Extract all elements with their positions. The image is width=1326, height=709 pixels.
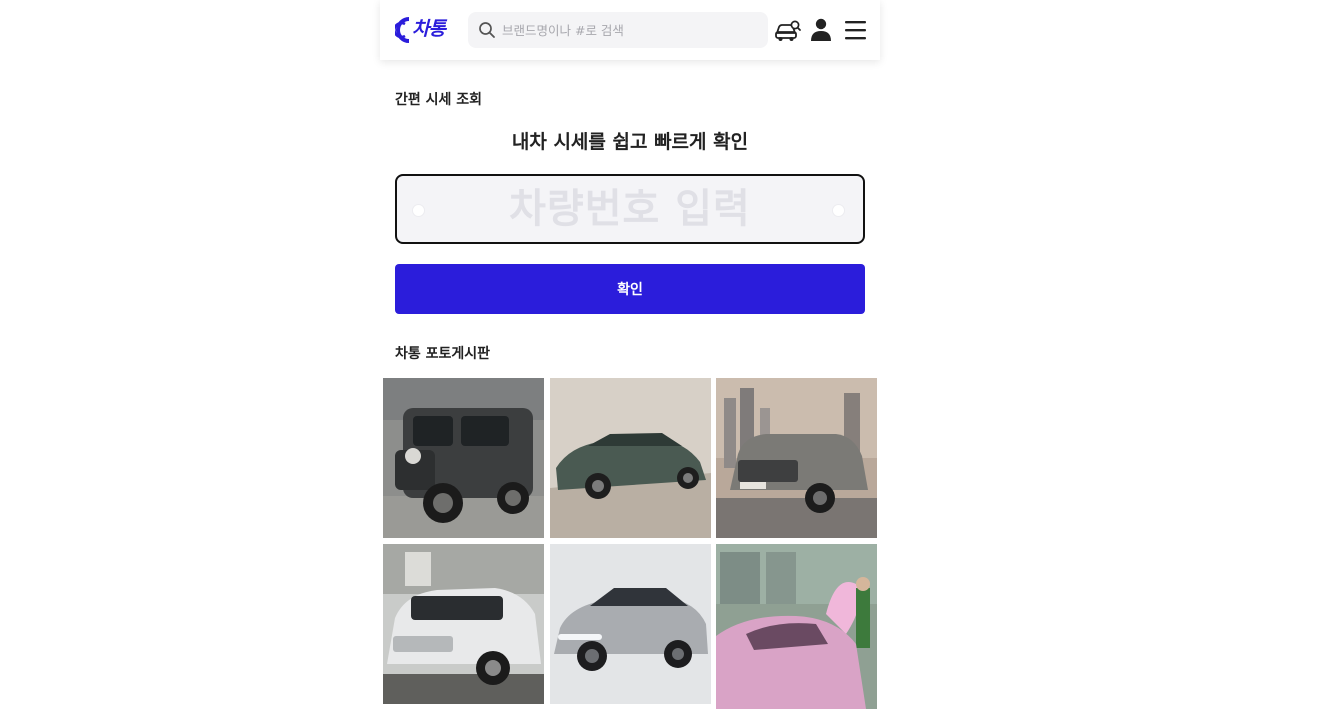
- photo-tile[interactable]: [383, 544, 544, 704]
- search-input[interactable]: [502, 12, 758, 48]
- search-bar[interactable]: [468, 12, 768, 48]
- confirm-button[interactable]: 확인: [395, 264, 865, 314]
- car-search-icon[interactable]: [774, 16, 802, 44]
- app-frame: 차통 브랜드명이나 #로 검색 간편 시세 조회 내차 시세를 쉽고 빠르게 확…: [380, 0, 880, 709]
- photo-board-title: 차통 포토게시판: [395, 346, 491, 362]
- photo-tile[interactable]: [550, 544, 711, 704]
- photo-tile[interactable]: [550, 378, 711, 538]
- quick-quote-title: 간편 시세 조회: [395, 92, 483, 108]
- menu-icon[interactable]: [841, 16, 869, 44]
- top-header: 차통: [380, 0, 880, 60]
- user-icon[interactable]: [807, 16, 835, 44]
- quick-quote-headline: 내차 시세를 쉽고 빠르게 확인: [511, 131, 749, 153]
- photo-tile[interactable]: [716, 378, 877, 538]
- logo-text: 차통: [412, 18, 446, 40]
- license-plate-field[interactable]: [395, 174, 865, 244]
- plate-bolt-left-icon: [413, 205, 424, 216]
- photo-tile[interactable]: [383, 378, 544, 538]
- search-icon[interactable]: [478, 21, 496, 39]
- plate-number-input[interactable]: [437, 176, 823, 242]
- logo[interactable]: 차통: [395, 15, 447, 45]
- photo-tile[interactable]: [716, 544, 877, 709]
- plate-bolt-right-icon: [833, 205, 844, 216]
